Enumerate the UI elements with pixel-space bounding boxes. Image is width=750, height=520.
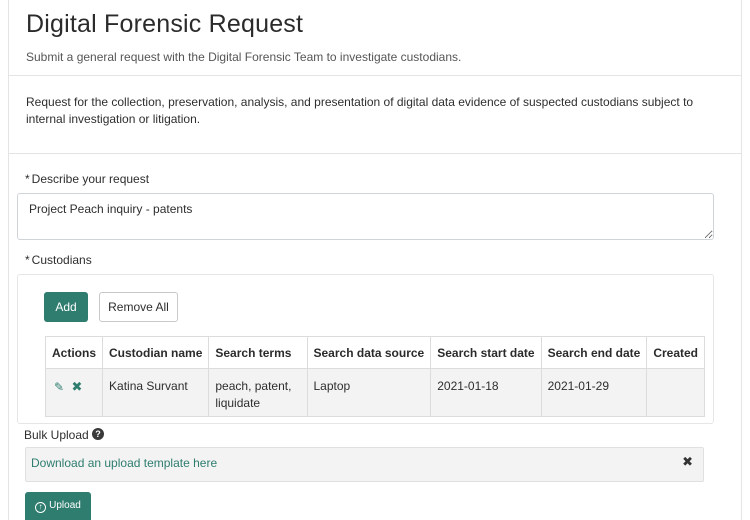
add-custodian-button[interactable]: Add: [44, 292, 88, 322]
column-header-start-date: Search start date: [430, 336, 542, 369]
column-header-created: Created: [646, 336, 705, 369]
close-icon[interactable]: ✖: [682, 454, 693, 470]
column-header-actions: Actions: [44, 336, 104, 369]
column-header-custodian-name: Custodian name: [102, 336, 210, 369]
custodian-name-cell: Katina Survant: [102, 368, 210, 417]
request-label-text: Describe your request: [31, 172, 150, 186]
column-header-search-terms: Search terms: [208, 336, 308, 369]
column-header-end-date: Search end date: [540, 336, 648, 369]
table-header-row: Actions Custodian name Search terms Sear…: [44, 336, 705, 369]
request-field-label: * Describe your request: [25, 172, 149, 186]
upload-label: Upload: [49, 499, 81, 511]
edit-pencil-icon[interactable]: ✎: [52, 379, 66, 396]
download-template-link[interactable]: Download an upload template here: [31, 456, 217, 470]
request-form-card: Digital Forensic Request Submit a genera…: [8, 0, 742, 520]
question-circle-icon[interactable]: ?: [92, 428, 104, 440]
created-cell: [646, 368, 705, 417]
delete-x-icon[interactable]: ✖: [70, 378, 84, 395]
custodians-field-label: * Custodians: [25, 253, 92, 267]
data-source-cell: Laptop: [306, 368, 432, 417]
upload-arrow-icon: ↑: [35, 501, 47, 513]
page-title: Digital Forensic Request: [26, 10, 304, 38]
description-block: Request for the collection, preservation…: [9, 76, 741, 154]
description-text: Request for the collection, preservation…: [26, 95, 694, 126]
request-description-input[interactable]: [17, 193, 714, 240]
required-mark: *: [25, 253, 30, 267]
custodians-table: Actions Custodian name Search terms Sear…: [44, 336, 705, 417]
required-mark: *: [25, 172, 30, 186]
remove-all-button[interactable]: Remove All: [99, 292, 178, 322]
end-date-cell: 2021-01-29: [540, 368, 648, 417]
page-subtitle: Submit a general request with the Digita…: [26, 50, 462, 64]
custodians-label-text: Custodians: [31, 253, 92, 267]
table-row: ✎ ✖ Katina Survant peach, patent, liquida…: [44, 368, 705, 417]
bulk-upload-label: Bulk Upload: [24, 428, 89, 442]
custodians-panel: Add Remove All Actions Custodian name Se…: [17, 274, 714, 424]
row-actions-cell: ✎ ✖: [44, 368, 104, 417]
column-header-data-source: Search data source: [306, 336, 432, 369]
search-terms-cell: peach, patent, liquidate: [208, 368, 308, 417]
start-date-cell: 2021-01-18: [430, 368, 542, 417]
download-template-bar: Download an upload template here ✖: [25, 447, 704, 482]
upload-button[interactable]: ↑ Upload: [25, 492, 91, 520]
form-header: Digital Forensic Request Submit a genera…: [9, 0, 741, 76]
